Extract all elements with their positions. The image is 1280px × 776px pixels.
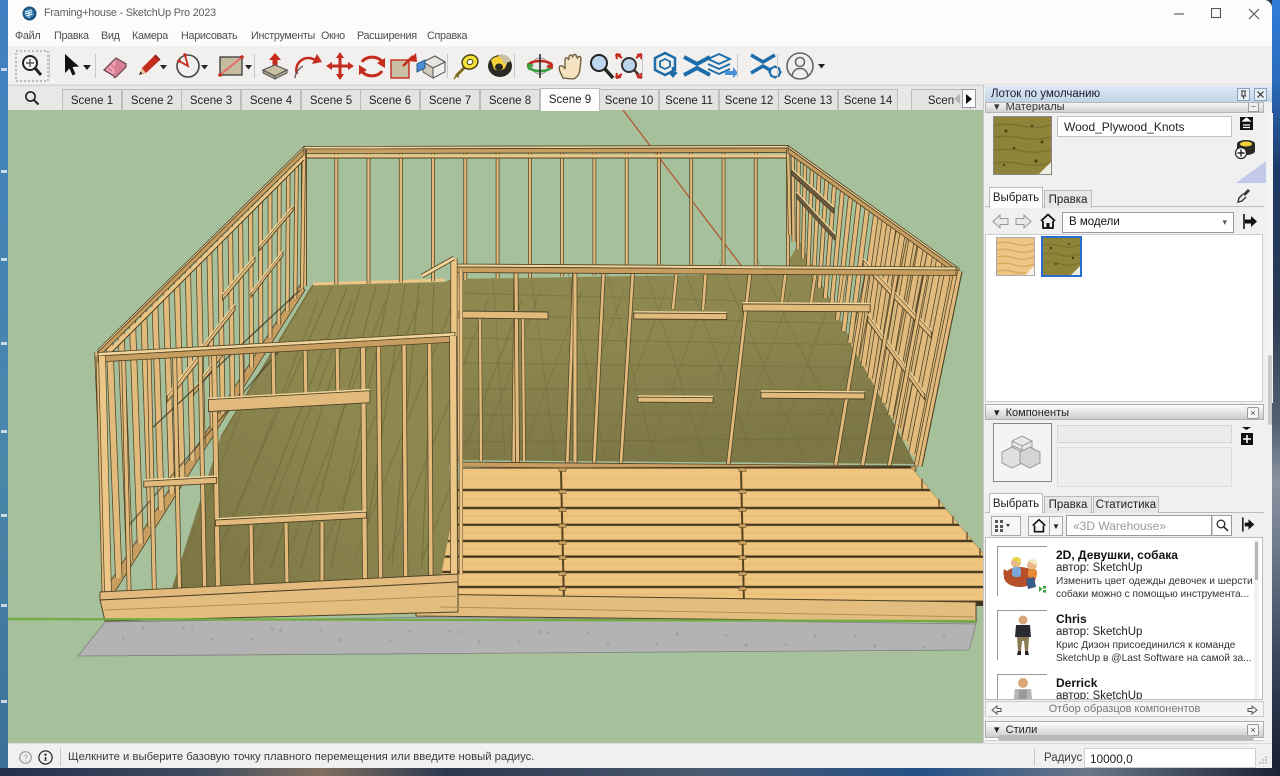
svg-text:?: ? (23, 753, 28, 763)
